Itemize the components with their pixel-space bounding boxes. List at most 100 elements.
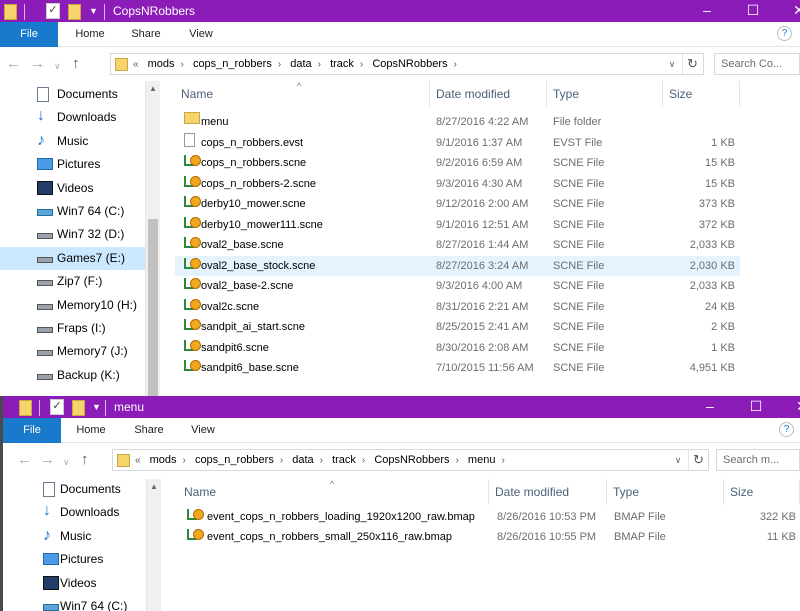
search-box[interactable]: Search Co... xyxy=(714,53,800,75)
maximize-button[interactable]: ☐ xyxy=(730,0,776,22)
overflow-chevron-icon[interactable]: « xyxy=(135,455,141,466)
sidebar-item[interactable]: ↓ Downloads xyxy=(0,106,145,129)
tab-view[interactable]: View xyxy=(186,418,220,443)
breadcrumb-separator-icon[interactable]: › xyxy=(181,59,184,70)
breadcrumb-separator-icon[interactable]: › xyxy=(183,455,186,466)
address-dropdown-icon[interactable]: ∨ xyxy=(670,450,686,470)
breadcrumb-separator-icon[interactable]: › xyxy=(456,455,459,466)
quick-access-dropdown-icon[interactable]: ▼ xyxy=(92,402,101,418)
sidebar-item[interactable]: Pictures xyxy=(0,153,145,176)
tab-share[interactable]: Share xyxy=(126,22,166,47)
scroll-up-arrow-icon[interactable]: ▲ xyxy=(146,81,160,97)
file-row[interactable]: menu 8/27/2016 4:22 AM File folder xyxy=(175,112,740,132)
breadcrumb-item[interactable]: CopsNRobbers xyxy=(374,454,449,466)
sidebar-item[interactable]: Memory10 (H:) xyxy=(0,294,145,317)
refresh-icon[interactable]: ↻ xyxy=(682,54,702,74)
recent-locations-chevron-icon[interactable]: ∨ xyxy=(63,453,70,471)
column-header-type[interactable]: Type xyxy=(547,81,663,107)
column-header-date-modified[interactable]: Date modified xyxy=(430,81,547,107)
column-header-name[interactable]: Name ^ xyxy=(175,81,430,107)
up-arrow-icon[interactable]: ↑ xyxy=(72,55,80,73)
breadcrumb-separator-icon[interactable]: › xyxy=(318,59,321,70)
tab-home[interactable]: Home xyxy=(72,22,108,47)
address-bar[interactable]: « mods › cops_n_robbers › data › track › Cop… xyxy=(112,449,709,471)
breadcrumb-item[interactable]: track xyxy=(330,58,354,70)
file-row[interactable]: oval2_base-2.scne 9/3/2016 4:00 AM SCNE Fi… xyxy=(175,276,740,296)
sidebar-item[interactable]: Zip7 (F:) xyxy=(0,270,145,293)
sidebar-item[interactable]: Memory7 (J:) xyxy=(0,340,145,363)
forward-arrow-icon[interactable]: → xyxy=(30,55,45,73)
breadcrumb-separator-icon[interactable]: › xyxy=(501,455,504,466)
address-dropdown-icon[interactable]: ∨ xyxy=(664,54,680,74)
sidebar-item[interactable]: Win7 64 (C:) xyxy=(0,200,145,223)
file-row[interactable]: derby10_mower111.scne 9/1/2016 12:51 AM SC… xyxy=(175,215,740,235)
breadcrumb-item[interactable]: data xyxy=(290,58,311,70)
file-row[interactable]: oval2c.scne 8/31/2016 2:21 AM SCNE File 24 … xyxy=(175,297,740,317)
column-header-date-modified[interactable]: Date modified xyxy=(489,479,607,505)
breadcrumb-item[interactable]: data xyxy=(292,454,313,466)
column-header-size[interactable]: Size xyxy=(663,81,740,107)
breadcrumb-separator-icon[interactable]: › xyxy=(454,59,457,70)
help-icon[interactable]: ? xyxy=(777,26,792,41)
properties-icon[interactable]: ✓ xyxy=(46,3,60,19)
file-row[interactable]: derby10_mower.scne 9/12/2016 2:00 AM SCNE … xyxy=(175,194,740,214)
overflow-chevron-icon[interactable]: « xyxy=(133,59,139,70)
file-row[interactable]: cops_n_robbers-2.scne 9/3/2016 4:30 AM SCN… xyxy=(175,174,740,194)
breadcrumb-separator-icon[interactable]: › xyxy=(278,59,281,70)
tab-file[interactable]: File xyxy=(0,22,58,47)
file-row[interactable]: sandpit6.scne 8/30/2016 2:08 AM SCNE File 1… xyxy=(175,338,740,358)
title-bar[interactable]: ✓ ▼ CopsNRobbers – ☐ ✕ xyxy=(0,0,800,22)
close-button[interactable]: ✕ xyxy=(779,396,800,418)
file-row[interactable]: oval2_base_stock.scne 8/27/2016 3:24 AM SC… xyxy=(175,255,740,276)
breadcrumb-item[interactable]: menu xyxy=(468,454,496,466)
properties-icon[interactable]: ✓ xyxy=(50,399,64,415)
breadcrumb-item[interactable]: CopsNRobbers xyxy=(372,58,447,70)
refresh-icon[interactable]: ↻ xyxy=(688,450,708,470)
navigation-scrollbar[interactable]: ▲ xyxy=(145,81,160,396)
navigation-scrollbar[interactable]: ▲ xyxy=(146,479,161,611)
column-header-name[interactable]: Name ^ xyxy=(178,479,489,505)
sidebar-item[interactable]: Win7 32 (D:) xyxy=(0,223,145,246)
sidebar-item[interactable]: ♪ Music xyxy=(0,130,145,153)
title-bar[interactable]: ✓ ▼ menu – ☐ ✕ xyxy=(3,396,800,418)
sidebar-item[interactable]: Videos xyxy=(0,177,145,200)
file-row[interactable]: event_cops_n_robbers_small_250x116_raw.b… xyxy=(178,527,800,547)
file-row[interactable]: cops_n_robbers.evst 9/1/2016 1:37 AM EVST … xyxy=(175,132,740,153)
breadcrumb-item[interactable]: cops_n_robbers xyxy=(195,454,274,466)
sidebar-item[interactable]: Videos xyxy=(3,572,146,595)
minimize-button[interactable]: – xyxy=(684,0,730,22)
help-icon[interactable]: ? xyxy=(779,422,794,437)
sidebar-item[interactable]: Documents xyxy=(0,83,145,106)
breadcrumb-item[interactable]: cops_n_robbers xyxy=(193,58,272,70)
address-bar[interactable]: « mods › cops_n_robbers › data › track › Cop… xyxy=(110,53,704,75)
tab-view[interactable]: View xyxy=(184,22,218,47)
tab-home[interactable]: Home xyxy=(73,418,109,443)
breadcrumb-separator-icon[interactable]: › xyxy=(320,455,323,466)
up-arrow-icon[interactable]: ↑ xyxy=(81,451,89,469)
sidebar-item[interactable]: Pictures xyxy=(3,548,146,571)
breadcrumb-separator-icon[interactable]: › xyxy=(280,455,283,466)
search-box[interactable]: Search m... xyxy=(716,449,800,471)
forward-arrow-icon[interactable]: → xyxy=(40,451,55,469)
file-row[interactable]: oval2_base.scne 8/27/2016 1:44 AM SCNE Fil… xyxy=(175,235,740,255)
tab-share[interactable]: Share xyxy=(129,418,169,443)
breadcrumb-item[interactable]: track xyxy=(332,454,356,466)
breadcrumb-item[interactable]: mods xyxy=(148,58,175,70)
maximize-button[interactable]: ☐ xyxy=(733,396,779,418)
recent-locations-chevron-icon[interactable]: ∨ xyxy=(54,57,61,75)
scroll-up-arrow-icon[interactable]: ▲ xyxy=(147,479,161,495)
breadcrumb-separator-icon[interactable]: › xyxy=(362,455,365,466)
file-row[interactable]: sandpit_ai_start.scne 8/25/2015 2:41 AM SC… xyxy=(175,317,740,337)
back-arrow-icon[interactable]: ← xyxy=(6,55,21,73)
breadcrumb-item[interactable]: mods xyxy=(150,454,177,466)
sidebar-item[interactable]: Win7 64 (C:) xyxy=(3,595,146,611)
new-folder-icon[interactable] xyxy=(68,4,81,20)
tab-file[interactable]: File xyxy=(3,418,61,443)
sidebar-item[interactable]: Backup (K:) xyxy=(0,364,145,387)
scrollbar-thumb[interactable] xyxy=(148,219,158,396)
file-row[interactable]: sandpit6_base.scne 7/10/2015 11:56 AM SCNE… xyxy=(175,358,740,378)
sidebar-item[interactable]: Games7 (E:) xyxy=(0,246,145,270)
sidebar-item[interactable]: Documents xyxy=(3,478,146,501)
file-row[interactable]: cops_n_robbers.scne 9/2/2016 6:59 AM SCNE … xyxy=(175,153,740,173)
back-arrow-icon[interactable]: ← xyxy=(17,451,32,469)
